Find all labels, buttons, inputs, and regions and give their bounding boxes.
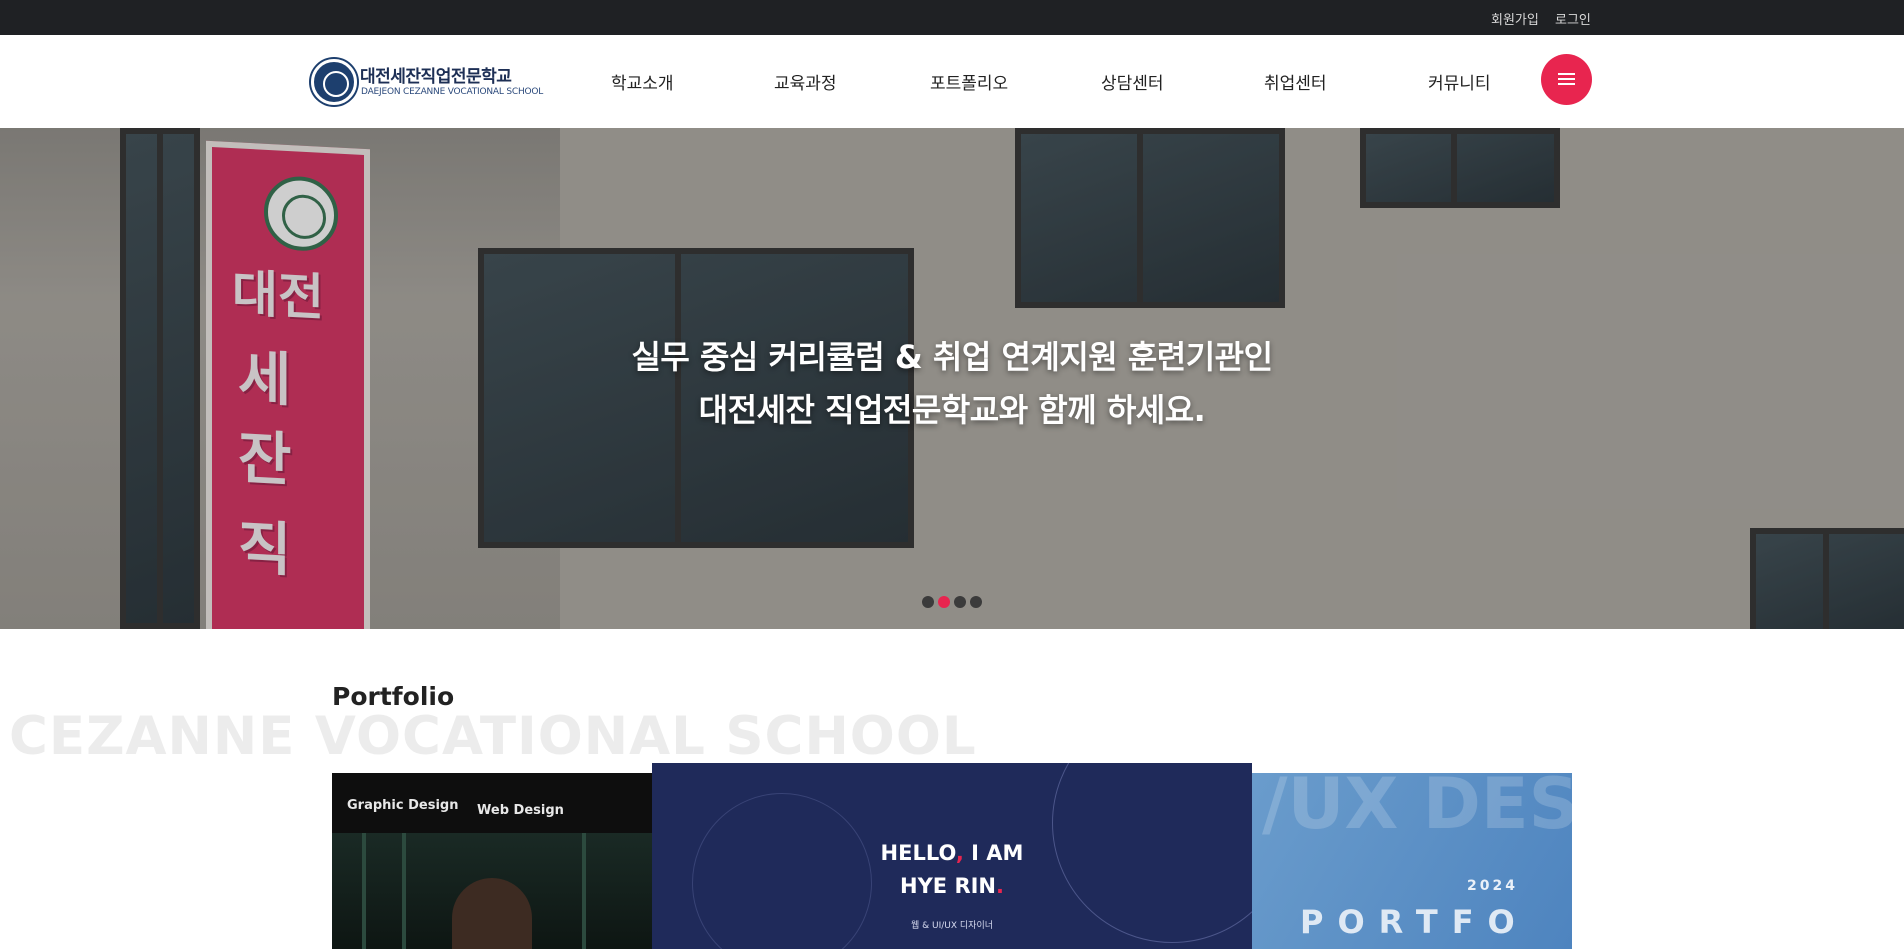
tree-shape <box>362 833 366 949</box>
portfolio-card-left[interactable]: Graphic Design Web Design <box>332 773 652 949</box>
portfolio-card-center[interactable]: HELLO, I AM HYE RIN. 웹 & UI/UX 디자이너 <box>652 763 1252 949</box>
login-link[interactable]: 로그인 <box>1555 9 1591 28</box>
card-background-text: /UX DES <box>1262 773 1572 845</box>
slider-dot-4[interactable] <box>970 596 982 608</box>
logo-name-en: DAEJEON CEZANNE VOCATIONAL SCHOOL <box>361 87 544 97</box>
slider-dot-2[interactable] <box>938 596 950 608</box>
card-name-line: HYE RIN. <box>900 874 1004 898</box>
slider-dot-3[interactable] <box>954 596 966 608</box>
card-portfolio-word: PORTFO <box>1300 903 1529 941</box>
signup-link[interactable]: 회원가입 <box>1491 9 1539 28</box>
background-watermark: CEZANNE VOCATIONAL SCHOOL <box>9 706 977 767</box>
portfolio-card-right[interactable]: /UX DES 2024 PORTFO <box>1252 773 1572 949</box>
hero-headline: 실무 중심 커리큘럼 & 취업 연계지원 훈련기관인 <box>631 338 1273 376</box>
nav-item-consulting[interactable]: 상담센터 <box>1101 69 1164 94</box>
hero-subheadline: 대전세잔 직업전문학교와 함께 하세요. <box>698 391 1206 429</box>
nav-item-employment[interactable]: 취업센터 <box>1264 69 1327 94</box>
card-tag-graphic: Graphic Design <box>347 798 459 813</box>
school-logo[interactable]: 대전세잔직업전문학교 DAEJEON CEZANNE VOCATIONAL SC… <box>311 59 543 107</box>
card-character-image <box>452 878 532 949</box>
nav-item-curriculum[interactable]: 교육과정 <box>774 69 837 94</box>
card-hello-line: HELLO, I AM <box>880 841 1024 865</box>
top-utility-bar: 회원가입 로그인 <box>0 0 1904 35</box>
nav-item-portfolio[interactable]: 포트폴리오 <box>930 69 1008 94</box>
hero-slider: 대전 세 잔 직 실무 중심 커리큘럼 & 취업 연계지원 훈련기관인 대전세잔… <box>0 128 1904 629</box>
tree-shape <box>582 833 586 949</box>
school-emblem-icon <box>311 59 357 105</box>
card-year: 2024 <box>1467 878 1518 894</box>
card-subtitle: 웹 & UI/UX 디자이너 <box>910 921 994 931</box>
card-tag-web: Web Design <box>477 803 564 818</box>
slider-pagination <box>922 596 992 608</box>
hero-overlay <box>0 128 1904 629</box>
main-header: 대전세잔직업전문학교 DAEJEON CEZANNE VOCATIONAL SC… <box>0 35 1904 128</box>
slider-dot-1[interactable] <box>922 596 934 608</box>
nav-item-about[interactable]: 학교소개 <box>611 69 674 94</box>
tree-shape <box>402 833 406 949</box>
nav-item-community[interactable]: 커뮤니티 <box>1428 69 1491 94</box>
logo-name-ko: 대전세잔직업전문학교 <box>360 67 512 87</box>
menu-button[interactable] <box>1541 54 1592 105</box>
